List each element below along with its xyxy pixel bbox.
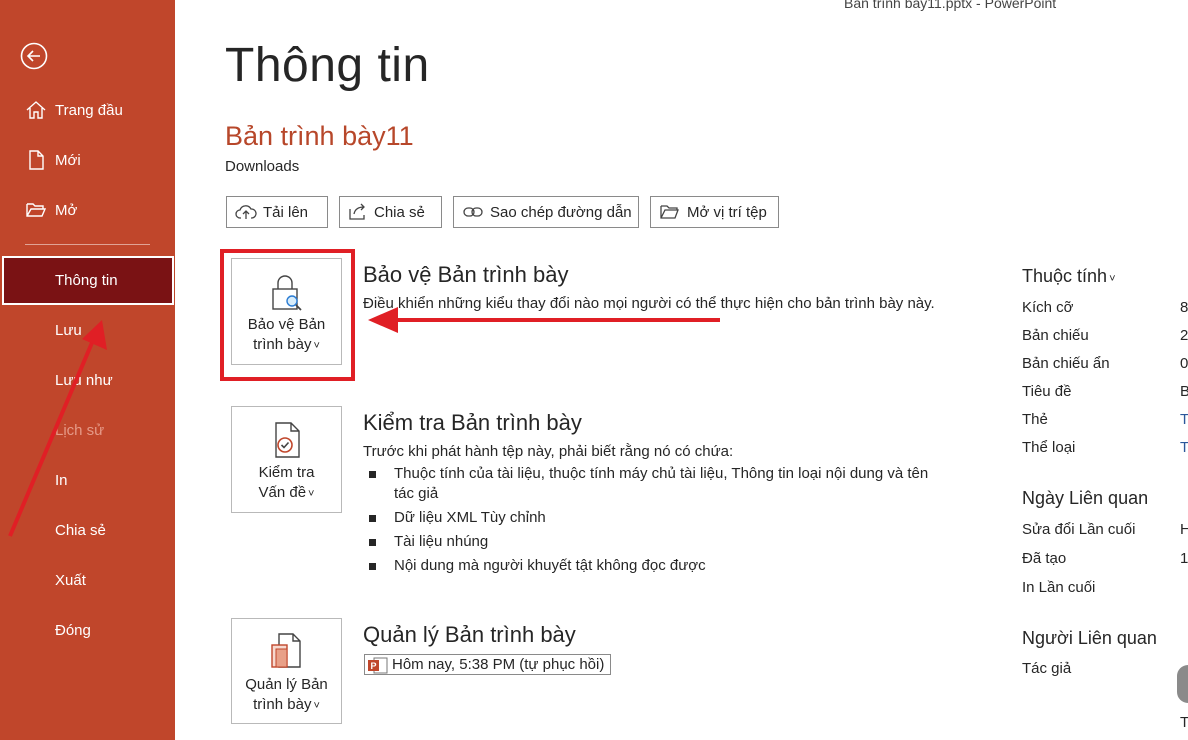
property-label: Tiêu đề	[1022, 383, 1072, 400]
chevron-down-icon: ˅	[308, 488, 315, 500]
upload-button-label: Tải lên	[263, 203, 309, 221]
list-item: Thuộc tính của tài liệu, thuộc tính máy …	[363, 464, 938, 504]
author-avatar	[1177, 665, 1188, 703]
folder-icon	[660, 205, 679, 219]
open-folder-icon	[26, 203, 47, 217]
list-item: Dữ liệu XML Tùy chỉnh	[363, 508, 938, 528]
manage-presentation-button[interactable]: Quản lý Bản trình bày ˅	[231, 618, 342, 724]
sidebar-item-info[interactable]: Thông tin	[0, 258, 175, 302]
sidebar-item-print[interactable]: In	[0, 458, 175, 502]
sidebar-item-save[interactable]: Lưu	[0, 308, 175, 352]
sidebar-item-home[interactable]: Trang đầu	[0, 88, 175, 132]
sidebar-item-label: Lưu như	[55, 371, 113, 389]
protect-section-title: Bảo vệ Bản trình bày	[363, 262, 569, 287]
property-label: Thể loại	[1022, 439, 1076, 456]
share-button[interactable]: Chia sẻ	[339, 196, 442, 228]
share-icon	[349, 203, 365, 220]
manage-tile-label-line1: Quản lý Bản	[245, 676, 328, 693]
list-item: Nội dung mà người khuyết tật không đọc đ…	[363, 556, 938, 576]
related-dates-heading: Ngày Liên quan	[1022, 488, 1149, 508]
property-value[interactable]: T	[1180, 439, 1188, 456]
property-label: Thẻ	[1022, 411, 1048, 428]
page-title: Thông tin	[225, 39, 430, 92]
list-item: Tài liệu nhúng	[363, 532, 938, 552]
annotation-arrows	[8, 307, 720, 537]
annotation-highlight-box	[220, 249, 355, 381]
link-icon	[463, 207, 483, 217]
open-file-location-label: Mở vị trí tệp	[687, 203, 767, 221]
properties-heading: Thuộc tính	[1022, 266, 1108, 286]
property-value: T	[1180, 714, 1188, 731]
sidebar-item-open[interactable]: Mở	[0, 188, 175, 232]
powerpoint-file-icon: P	[368, 657, 388, 673]
upload-button[interactable]: Tải lên	[226, 196, 328, 228]
manage-section-title: Quản lý Bản trình bày	[363, 622, 576, 647]
related-people-heading: Người Liên quan	[1022, 628, 1157, 648]
inspect-bullet-list: Thuộc tính của tài liệu, thuộc tính máy …	[363, 464, 938, 580]
inspect-tile-label-line1: Kiểm tra	[258, 464, 315, 481]
property-value: 0	[1180, 355, 1188, 372]
inspect-section-title: Kiểm tra Bản trình bày	[363, 410, 582, 435]
properties-dropdown[interactable]: Thuộc tính ˅	[1022, 266, 1116, 287]
manage-document-icon	[270, 633, 301, 668]
sidebar-item-label: Mới	[55, 151, 81, 169]
chevron-down-icon: ˅	[1109, 273, 1116, 285]
copy-link-button-label: Sao chép đường dẫn	[490, 203, 632, 221]
sidebar-item-label: In	[55, 471, 68, 489]
sidebar-item-label: Chia sẻ	[55, 521, 106, 539]
property-label: Bản chiếu	[1022, 327, 1089, 344]
date-label: Sửa đổi Lần cuối	[1022, 521, 1136, 538]
property-value: 2	[1180, 327, 1188, 344]
copy-link-button[interactable]: Sao chép đường dẫn	[453, 196, 639, 228]
window-title: Bản trình bày11.pptx - PowerPoint	[844, 0, 1057, 11]
date-label: Đã tạo	[1022, 550, 1067, 567]
date-value: 1	[1180, 550, 1188, 567]
autosave-version-label: Hôm nay, 5:38 PM (tự phục hồi)	[392, 656, 605, 673]
sidebar-item-label: Đóng	[55, 621, 91, 639]
sidebar-item-history: Lịch sử	[0, 408, 175, 452]
property-value[interactable]: B	[1180, 383, 1188, 400]
sidebar-item-save-as[interactable]: Lưu như	[0, 358, 175, 402]
manage-tile-label-line2: trình bày	[253, 696, 312, 713]
property-value[interactable]: T	[1180, 411, 1188, 428]
sidebar-item-label: Lịch sử	[55, 421, 105, 439]
sidebar-item-share[interactable]: Chia sẻ	[0, 508, 175, 552]
cloud-upload-icon	[235, 205, 257, 219]
open-file-location-button[interactable]: Mở vị trí tệp	[650, 196, 779, 228]
property-label: Kích cỡ	[1022, 299, 1074, 316]
sidebar-item-label: Xuất	[55, 571, 86, 589]
sidebar-item-label: Thông tin	[55, 271, 118, 289]
sidebar-item-export[interactable]: Xuất	[0, 558, 175, 602]
sidebar-divider	[25, 244, 150, 245]
people-label: Tác giả	[1022, 660, 1072, 677]
sidebar-item-close[interactable]: Đóng	[0, 608, 175, 652]
document-title: Bản trình bày11	[225, 121, 414, 151]
inspect-tile-label-line2: Vấn đề	[258, 484, 307, 501]
sidebar-item-label: Trang đầu	[55, 101, 123, 119]
date-value: H	[1180, 521, 1188, 538]
check-for-issues-button[interactable]: Kiểm tra Vấn đề ˅	[231, 406, 342, 513]
backstage-sidebar: Trang đầu Mới Mở Thông tin Lưu Lưu như L…	[0, 0, 175, 740]
back-arrow-icon[interactable]	[20, 42, 48, 70]
protect-section-description: Điều khiển những kiểu thay đổi nào mọi n…	[363, 295, 935, 312]
property-value: 8	[1180, 299, 1188, 316]
sidebar-item-label: Mở	[55, 201, 78, 219]
inspect-section-description: Trước khi phát hành tệp này, phải biết r…	[363, 443, 734, 460]
date-label: In Lần cuối	[1022, 579, 1096, 596]
share-button-label: Chia sẻ	[374, 203, 425, 221]
sidebar-item-label: Lưu	[55, 321, 82, 339]
home-icon	[26, 101, 46, 119]
new-document-icon	[29, 150, 44, 170]
inspect-document-icon	[274, 422, 300, 458]
svg-text:P: P	[370, 661, 376, 671]
autosave-version-link[interactable]: P Hôm nay, 5:38 PM (tự phục hồi)	[364, 654, 612, 675]
chevron-down-icon: ˅	[313, 700, 320, 712]
property-label: Bản chiếu ẩn	[1022, 355, 1110, 372]
sidebar-item-new[interactable]: Mới	[0, 138, 175, 182]
document-location: Downloads	[225, 158, 300, 175]
